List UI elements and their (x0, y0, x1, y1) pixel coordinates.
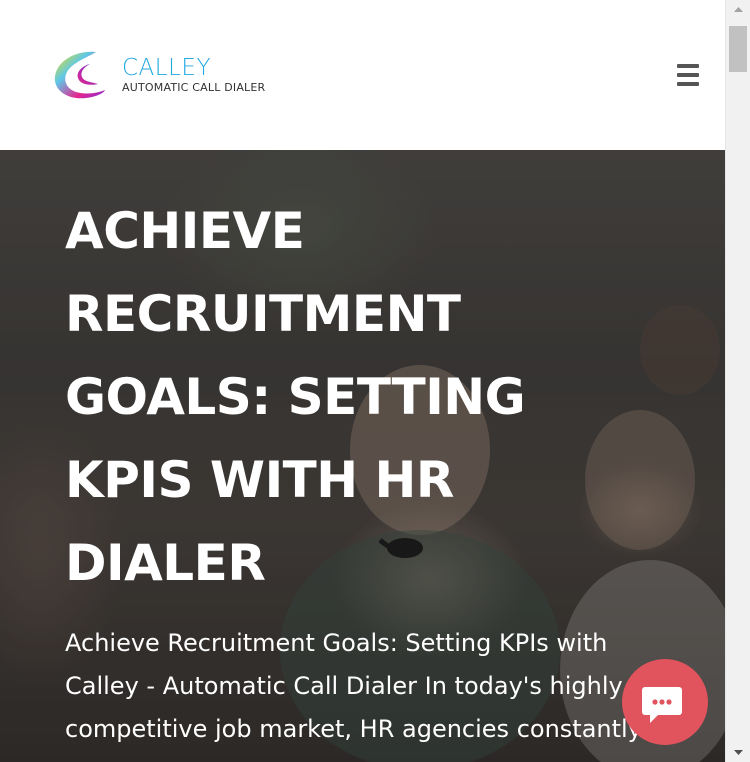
scroll-down-arrow-icon[interactable] (726, 744, 750, 762)
hamburger-menu-icon[interactable] (675, 60, 703, 90)
scroll-up-arrow-icon[interactable] (726, 0, 750, 18)
hero-title: ACHIEVE RECRUITMENT GOALS: SETTING KPIS … (65, 202, 526, 592)
hero-intro-text: Achieve Recruitment Goals: Setting KPIs … (65, 629, 642, 743)
brand-tagline: AUTOMATIC CALL DIALER (122, 81, 266, 94)
page-viewport: CALLEY AUTOMATIC CALL DIALER ACHIEVE REC… (0, 0, 725, 762)
brand-text: CALLEY AUTOMATIC CALL DIALER (122, 55, 265, 95)
chat-widget-button[interactable] (622, 659, 708, 745)
chat-bubble-icon (642, 687, 682, 723)
brand-logo[interactable]: CALLEY AUTOMATIC CALL DIALER (52, 48, 265, 102)
calley-logo-icon (54, 51, 105, 99)
site-header: CALLEY AUTOMATIC CALL DIALER (0, 0, 725, 150)
brand-name: CALLEY (122, 55, 212, 81)
hero-section: ACHIEVE RECRUITMENT GOALS: SETTING KPIS … (0, 150, 725, 762)
vertical-scrollbar[interactable] (725, 0, 750, 762)
scrollbar-thumb[interactable] (729, 26, 747, 72)
